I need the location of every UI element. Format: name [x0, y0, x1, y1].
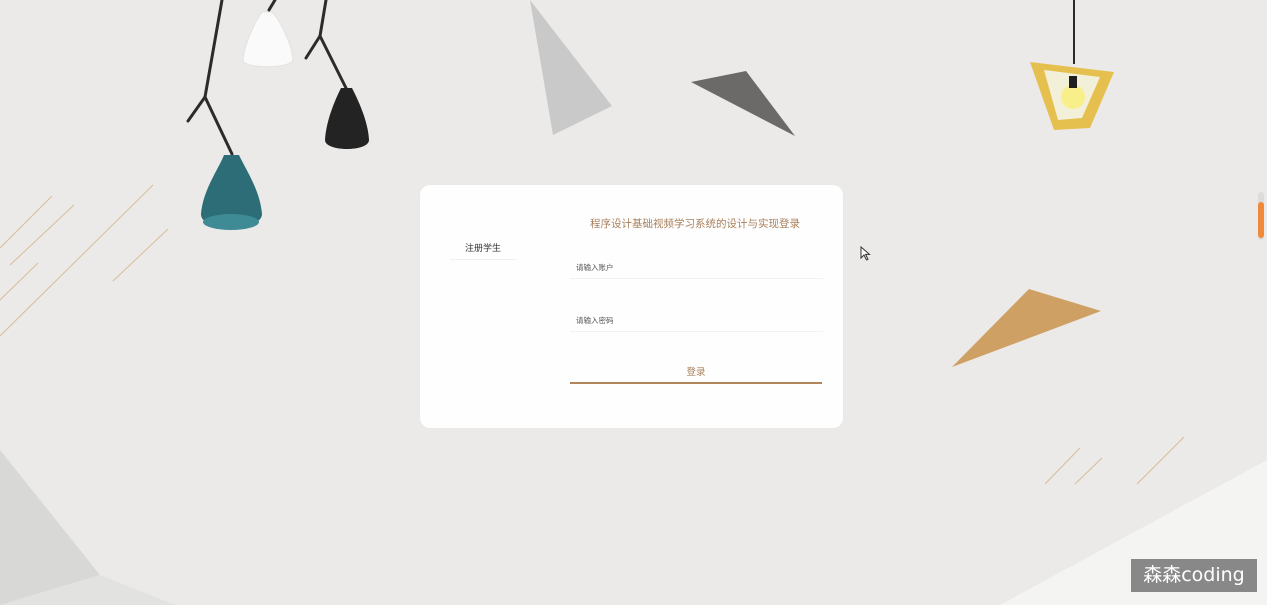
lamp-shade-white: [242, 11, 294, 68]
bg-triangle-dark: [691, 71, 795, 136]
login-title: 程序设计基础视频学习系统的设计与实现登录: [590, 218, 800, 230]
watermark-label: 森森coding: [1131, 559, 1257, 592]
mouse-pointer-icon: [860, 246, 871, 261]
register-student-link[interactable]: 注册学生: [450, 243, 516, 260]
password-input[interactable]: [570, 310, 823, 332]
bg-triangle-tan: [952, 289, 1101, 367]
account-input[interactable]: [570, 257, 823, 279]
login-button[interactable]: 登录: [570, 360, 822, 384]
scroll-indicator[interactable]: [1258, 192, 1264, 240]
bg-triangle-grey: [530, 0, 612, 135]
lamp-shade-black: [325, 88, 369, 149]
lamp-bulb-gold: [1061, 85, 1085, 109]
lamp-socket-gold: [1069, 76, 1077, 88]
login-card: 注册学生 程序设计基础视频学习系统的设计与实现登录 登录: [420, 185, 843, 428]
bg-lines-left: [0, 184, 169, 337]
lamp-shade-teal-rim: [203, 214, 259, 230]
bg-lines-right: [1044, 436, 1185, 485]
